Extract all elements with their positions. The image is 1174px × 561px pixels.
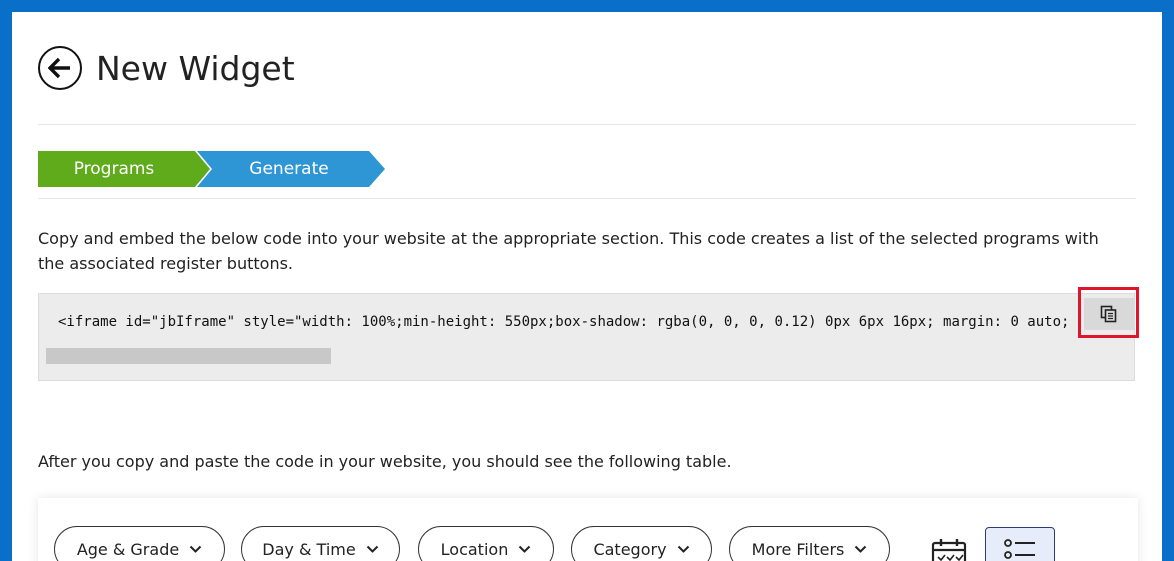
list-icon [1004,539,1035,559]
step-generate[interactable]: Generate [214,151,364,201]
chevron-down-icon [519,545,531,553]
chevron-down-icon [366,545,378,553]
embed-code[interactable]: <iframe id="jbIframe" style="width: 100%… [58,314,1069,330]
filter-category[interactable]: Category [571,526,712,561]
filter-more-filters[interactable]: More Filters [729,526,890,561]
chevron-down-icon [677,545,689,553]
widget-preview: Age & Grade Day & Time Location Category… [38,498,1138,561]
page-header: New Widget [38,46,295,90]
filter-age-grade[interactable]: Age & Grade [54,526,225,561]
step-programs-label: Programs [73,159,155,179]
filter-category-label: Category [593,539,667,559]
copy-icon [1100,305,1117,323]
widget-page: New Widget Programs Generate Copy and em… [12,12,1162,561]
filter-day-time[interactable]: Day & Time [241,526,400,561]
divider [38,124,1136,125]
embed-instructions: Copy and embed the below code into your … [38,229,1099,273]
page-title: New Widget [96,48,295,88]
chevron-down-icon [855,545,867,553]
copy-code-button[interactable] [1084,298,1134,330]
step-generate-label: Generate [249,159,329,179]
arrow-left-icon [48,57,70,79]
preview-instructions: After you copy and paste the code in you… [38,452,732,471]
filter-more-filters-label: More Filters [751,539,845,559]
filter-day-time-label: Day & Time [262,539,356,559]
filter-location-label: Location [440,539,509,559]
embed-code-box[interactable]: <iframe id="jbIframe" style="width: 100%… [38,293,1135,381]
list-view-button[interactable] [985,527,1055,561]
back-button[interactable] [38,46,82,90]
filter-age-grade-label: Age & Grade [76,539,180,559]
step-programs[interactable]: Programs [38,151,190,187]
chevron-down-icon [189,545,202,553]
filter-location[interactable]: Location [418,526,554,561]
divider [38,198,1136,199]
step-progress: Programs Generate [38,151,398,201]
horizontal-scrollbar[interactable] [46,348,331,364]
calendar-view-button[interactable] [931,538,967,561]
calendar-icon [931,539,967,561]
